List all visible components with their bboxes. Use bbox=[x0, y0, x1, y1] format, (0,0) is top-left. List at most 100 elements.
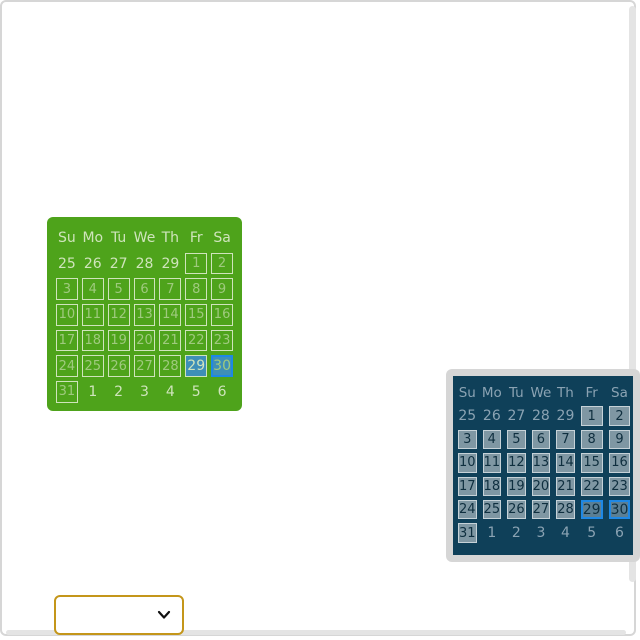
day-cell[interactable]: 6 bbox=[133, 278, 156, 301]
day-cell-outside-month[interactable]: 2 bbox=[504, 521, 529, 544]
day-cell-selected[interactable]: 30 bbox=[608, 499, 631, 520]
day-cell[interactable]: 8 bbox=[580, 429, 603, 450]
day-cell[interactable]: 31 bbox=[458, 523, 477, 543]
chevron-down-icon bbox=[157, 610, 171, 619]
calendar-grid: Su Mo Tu We Th Fr Sa 25 26 27 28 29 1 2 3 4 5 6 7 8 9 10 11 12 1… bbox=[455, 381, 631, 545]
day-cell[interactable]: 18 bbox=[81, 329, 104, 352]
day-cell[interactable]: 9 bbox=[608, 429, 631, 450]
weekday-label: Tu bbox=[508, 384, 524, 401]
day-cell[interactable]: 18 bbox=[482, 476, 502, 496]
day-cell-selected[interactable]: 29 bbox=[185, 355, 208, 378]
calendar-dark-body: Su Mo Tu We Th Fr Sa 25 26 27 28 29 1 2 3 4 5 6 7 8 9 10 11 12 1… bbox=[453, 376, 633, 555]
select-dropdown[interactable] bbox=[54, 595, 184, 635]
day-cell[interactable]: 16 bbox=[211, 304, 233, 326]
day-cell-outside-month[interactable]: 27 bbox=[106, 251, 132, 277]
day-cell[interactable]: 2 bbox=[211, 252, 233, 275]
day-cell[interactable]: 21 bbox=[556, 476, 575, 496]
day-cell[interactable]: 23 bbox=[608, 476, 631, 496]
day-cell-outside-month[interactable]: 25 bbox=[54, 251, 80, 277]
day-cell[interactable]: 12 bbox=[107, 304, 130, 326]
day-cell[interactable]: 27 bbox=[531, 499, 551, 520]
day-cell-outside-month[interactable]: 6 bbox=[209, 379, 235, 405]
calendar-grid: Su Mo Tu We Th Fr Sa 25 26 27 28 29 1 2 3 4 5 6 7 8 9 10 11 12 1… bbox=[54, 225, 235, 405]
day-cell-outside-month[interactable]: 2 bbox=[106, 379, 132, 405]
day-cell-selected[interactable]: 29 bbox=[580, 499, 603, 520]
day-cell-outside-month[interactable]: 25 bbox=[455, 404, 480, 427]
day-cell[interactable]: 13 bbox=[531, 453, 551, 473]
day-cell-selected[interactable]: 30 bbox=[211, 355, 233, 378]
day-cell[interactable]: 3 bbox=[458, 429, 477, 450]
weekday-label: Sa bbox=[611, 384, 628, 401]
day-cell[interactable]: 19 bbox=[107, 329, 130, 352]
day-cell-outside-month[interactable]: 4 bbox=[157, 379, 183, 405]
day-cell[interactable]: 7 bbox=[556, 429, 575, 450]
day-cell[interactable]: 4 bbox=[482, 429, 502, 450]
day-cell-outside-month[interactable]: 5 bbox=[578, 521, 606, 544]
day-cell[interactable]: 5 bbox=[107, 278, 130, 301]
day-cell[interactable]: 28 bbox=[159, 355, 182, 378]
day-cell[interactable]: 1 bbox=[185, 252, 208, 275]
day-cell-outside-month[interactable]: 4 bbox=[553, 521, 578, 544]
day-cell-outside-month[interactable]: 26 bbox=[480, 404, 505, 427]
weekday-label: Tu bbox=[110, 229, 127, 246]
day-cell-outside-month[interactable]: 3 bbox=[529, 521, 554, 544]
day-cell-outside-month[interactable]: 1 bbox=[80, 379, 106, 405]
day-cell-outside-month[interactable]: 26 bbox=[80, 251, 106, 277]
day-cell[interactable]: 28 bbox=[556, 499, 575, 520]
day-cell[interactable]: 27 bbox=[133, 355, 156, 378]
weekday-label: Fr bbox=[189, 229, 203, 246]
day-cell[interactable]: 14 bbox=[556, 453, 575, 473]
day-cell-outside-month[interactable]: 28 bbox=[132, 251, 158, 277]
day-cell[interactable]: 11 bbox=[81, 304, 104, 326]
day-cell[interactable]: 10 bbox=[56, 304, 78, 326]
weekday-label: Fr bbox=[585, 384, 598, 401]
calendar-green: Su Mo Tu We Th Fr Sa 25 26 27 28 29 1 2 3 4 5 6 7 8 9 10 11 12 1… bbox=[47, 217, 242, 411]
day-cell[interactable]: 25 bbox=[482, 499, 502, 520]
weekday-label: Mo bbox=[82, 229, 104, 246]
weekday-label: Su bbox=[458, 384, 476, 401]
day-cell[interactable]: 15 bbox=[580, 453, 603, 473]
weekday-label: Su bbox=[58, 229, 76, 246]
day-cell[interactable]: 11 bbox=[482, 453, 502, 473]
day-cell[interactable]: 7 bbox=[159, 278, 182, 301]
day-cell[interactable]: 20 bbox=[531, 476, 551, 496]
day-cell[interactable]: 12 bbox=[507, 453, 526, 473]
day-cell[interactable]: 6 bbox=[531, 429, 551, 450]
day-cell[interactable]: 25 bbox=[81, 355, 104, 378]
day-cell-outside-month[interactable]: 28 bbox=[529, 404, 554, 427]
day-cell[interactable]: 4 bbox=[81, 278, 104, 301]
day-cell[interactable]: 19 bbox=[507, 476, 526, 496]
day-cell-outside-month[interactable]: 3 bbox=[132, 379, 158, 405]
day-cell-outside-month[interactable]: 6 bbox=[606, 521, 634, 544]
day-cell[interactable]: 13 bbox=[133, 304, 156, 326]
weekday-label: We bbox=[530, 384, 552, 401]
day-cell[interactable]: 2 bbox=[608, 406, 631, 426]
day-cell[interactable]: 16 bbox=[608, 453, 631, 473]
day-cell-outside-month[interactable]: 5 bbox=[183, 379, 209, 405]
day-cell[interactable]: 21 bbox=[159, 329, 182, 352]
day-cell[interactable]: 26 bbox=[107, 355, 130, 378]
day-cell-outside-month[interactable]: 29 bbox=[157, 251, 183, 277]
day-cell[interactable]: 8 bbox=[185, 278, 208, 301]
day-cell[interactable]: 1 bbox=[580, 406, 603, 426]
day-cell[interactable]: 26 bbox=[507, 499, 526, 520]
day-cell[interactable]: 5 bbox=[507, 429, 526, 450]
day-cell[interactable]: 9 bbox=[211, 278, 233, 301]
day-cell[interactable]: 15 bbox=[185, 304, 208, 326]
day-cell[interactable]: 17 bbox=[458, 476, 477, 496]
day-cell[interactable]: 31 bbox=[56, 381, 78, 403]
weekday-label: We bbox=[133, 229, 156, 246]
day-cell[interactable]: 10 bbox=[458, 453, 477, 473]
day-cell[interactable]: 17 bbox=[56, 329, 78, 352]
day-cell[interactable]: 22 bbox=[580, 476, 603, 496]
day-cell[interactable]: 24 bbox=[56, 355, 78, 378]
day-cell[interactable]: 24 bbox=[458, 499, 477, 520]
day-cell-outside-month[interactable]: 29 bbox=[553, 404, 578, 427]
day-cell-outside-month[interactable]: 27 bbox=[504, 404, 529, 427]
day-cell[interactable]: 20 bbox=[133, 329, 156, 352]
day-cell-outside-month[interactable]: 1 bbox=[480, 521, 505, 544]
day-cell[interactable]: 3 bbox=[56, 278, 78, 301]
day-cell[interactable]: 22 bbox=[185, 329, 208, 352]
day-cell[interactable]: 23 bbox=[211, 329, 233, 352]
day-cell[interactable]: 14 bbox=[159, 304, 182, 326]
